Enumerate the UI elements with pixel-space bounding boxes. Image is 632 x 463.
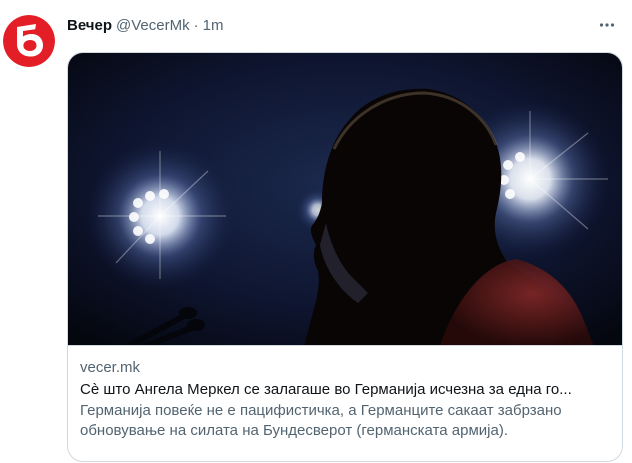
card-title: Сè што Ангела Меркел се залагаше во Герм… [80,381,572,398]
vecer-logo-icon [3,15,55,67]
card-description: Германија повеќе не е пацифистичка, а Ге… [80,402,562,439]
timestamp[interactable]: 1m [203,15,224,37]
user-handle[interactable]: @VecerMk [116,15,190,37]
separator-dot: · [193,17,199,34]
avatar[interactable] [3,15,55,67]
card-text: vecer.mk Сè што Ангела Меркел се залагаш… [68,346,622,441]
card-domain: vecer.mk [80,359,141,376]
more-horizontal-icon [599,23,615,27]
tweet-header: Вечер @VecerMk · 1m [67,15,223,37]
more-button[interactable] [596,14,618,36]
silhouette-photo [68,53,622,345]
tweet: Вечер @VecerMk · 1m vecer.mk Сè што Анге… [0,0,632,463]
display-name[interactable]: Вечер [67,15,112,37]
card-image [68,53,622,346]
link-card[interactable]: vecer.mk Сè што Ангела Меркел се залагаш… [67,52,623,462]
